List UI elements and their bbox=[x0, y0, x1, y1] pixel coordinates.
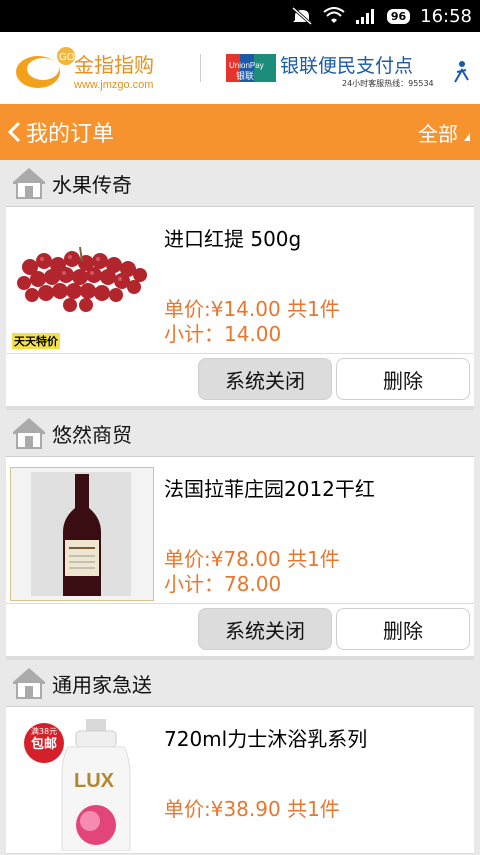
delete-button[interactable]: 删除 bbox=[336, 608, 470, 650]
shop-header[interactable]: 水果传奇 bbox=[6, 160, 474, 206]
order-body: 天天特价 进口红提 500g 单价:¥14.00 共1件 小计：14.00 系统… bbox=[6, 206, 474, 410]
house-icon bbox=[13, 168, 45, 199]
triangle-down-icon bbox=[464, 133, 470, 141]
free-shipping-badge: 满38元 包邮 bbox=[24, 723, 64, 763]
svg-text:银联: 银联 bbox=[236, 70, 254, 82]
order-actions: 系统关闭 删除 bbox=[6, 354, 474, 410]
house-icon bbox=[13, 668, 45, 699]
order-filter-dropdown[interactable]: 全部 bbox=[418, 104, 470, 160]
order-card: 悠然商贸 法国拉菲庄园2012干红 单价:¥78.00 共1件 小计：78.00… bbox=[6, 410, 474, 660]
subtotal: 小计：78.00 bbox=[164, 572, 282, 596]
status-bar: 96 16:58 bbox=[0, 0, 480, 32]
product-name: 720ml力士沐浴乳系列 bbox=[164, 727, 368, 751]
svg-text:银联便民支付点: 银联便民支付点 bbox=[280, 55, 413, 77]
order-item[interactable]: 天天特价 进口红提 500g 单价:¥14.00 共1件 小计：14.00 bbox=[6, 207, 474, 354]
product-name: 法国拉菲庄园2012干红 bbox=[164, 477, 375, 501]
shop-header[interactable]: 通用家急送 bbox=[6, 660, 474, 706]
order-body: LUX 满38元 包邮 720ml力士沐浴乳系列 单价:¥38.90 共1件 bbox=[6, 706, 474, 854]
svg-text:UnionPay: UnionPay bbox=[229, 61, 264, 70]
product-image-wine bbox=[10, 467, 154, 601]
svg-text:24小时客服热线：95534: 24小时客服热线：95534 bbox=[342, 78, 434, 88]
subtotal: 小计：14.00 bbox=[164, 322, 282, 346]
product-name: 进口红提 500g bbox=[164, 227, 302, 251]
order-card: 通用家急送 LUX 满38元 包邮 720ml力士沐浴乳系列 单价:¥38.90… bbox=[6, 660, 474, 854]
house-icon bbox=[13, 418, 45, 449]
shop-name: 悠然商贸 bbox=[52, 422, 132, 447]
banner[interactable]: GO 金指指购 www.jmzgo.com UnionPay 银联 银联便民支付… bbox=[0, 32, 480, 104]
svg-text:GO: GO bbox=[59, 52, 75, 63]
title-bar: 我的订单 全部 bbox=[0, 104, 480, 160]
product-image-grapes: 天天特价 bbox=[10, 217, 154, 351]
delete-button[interactable]: 删除 bbox=[336, 358, 470, 400]
shop-header[interactable]: 悠然商贸 bbox=[6, 410, 474, 456]
signal-icon bbox=[355, 9, 374, 24]
shop-name: 水果传奇 bbox=[52, 172, 132, 197]
svg-text:LUX: LUX bbox=[74, 770, 115, 792]
promo-tag: 天天特价 bbox=[12, 333, 60, 349]
banner-divider bbox=[200, 54, 201, 82]
status-icons: 96 16:58 bbox=[291, 0, 472, 32]
wifi-icon bbox=[323, 7, 345, 23]
chevron-left-icon bbox=[7, 121, 21, 143]
back-button[interactable]: 我的订单 bbox=[6, 104, 114, 160]
order-body: 法国拉菲庄园2012干红 单价:¥78.00 共1件 小计：78.00 系统关闭… bbox=[6, 456, 474, 660]
order-item[interactable]: LUX 满38元 包邮 720ml力士沐浴乳系列 单价:¥38.90 共1件 bbox=[6, 707, 474, 854]
unionpay-logo[interactable]: UnionPay 银联 银联便民支付点 24小时客服热线：95534 bbox=[226, 48, 472, 92]
order-item[interactable]: 法国拉菲庄园2012干红 单价:¥78.00 共1件 小计：78.00 bbox=[6, 457, 474, 604]
order-card: 水果传奇 天天特价 进口红提 500g 单价:¥14.00 共1件 小计：14.… bbox=[6, 160, 474, 410]
battery-badge: 96 bbox=[386, 8, 411, 24]
unit-price: 单价:¥38.90 共1件 bbox=[164, 797, 340, 821]
page-title: 我的订单 bbox=[26, 122, 115, 147]
filter-label: 全部 bbox=[418, 121, 458, 146]
order-list[interactable]: 水果传奇 天天特价 进口红提 500g 单价:¥14.00 共1件 小计：14.… bbox=[6, 160, 474, 854]
clock: 16:58 bbox=[420, 5, 472, 27]
mute-icon bbox=[291, 6, 312, 26]
svg-text:www.jmzgo.com: www.jmzgo.com bbox=[73, 79, 153, 91]
jmzgo-logo[interactable]: GO 金指指购 www.jmzgo.com bbox=[12, 44, 182, 94]
product-image-lux: LUX 满38元 包邮 bbox=[10, 717, 154, 852]
shop-name: 通用家急送 bbox=[52, 672, 152, 697]
order-actions: 系统关闭 删除 bbox=[6, 604, 474, 660]
svg-text:金指指购: 金指指购 bbox=[74, 53, 154, 77]
system-closed-button[interactable]: 系统关闭 bbox=[198, 358, 332, 400]
system-closed-button[interactable]: 系统关闭 bbox=[198, 608, 332, 650]
